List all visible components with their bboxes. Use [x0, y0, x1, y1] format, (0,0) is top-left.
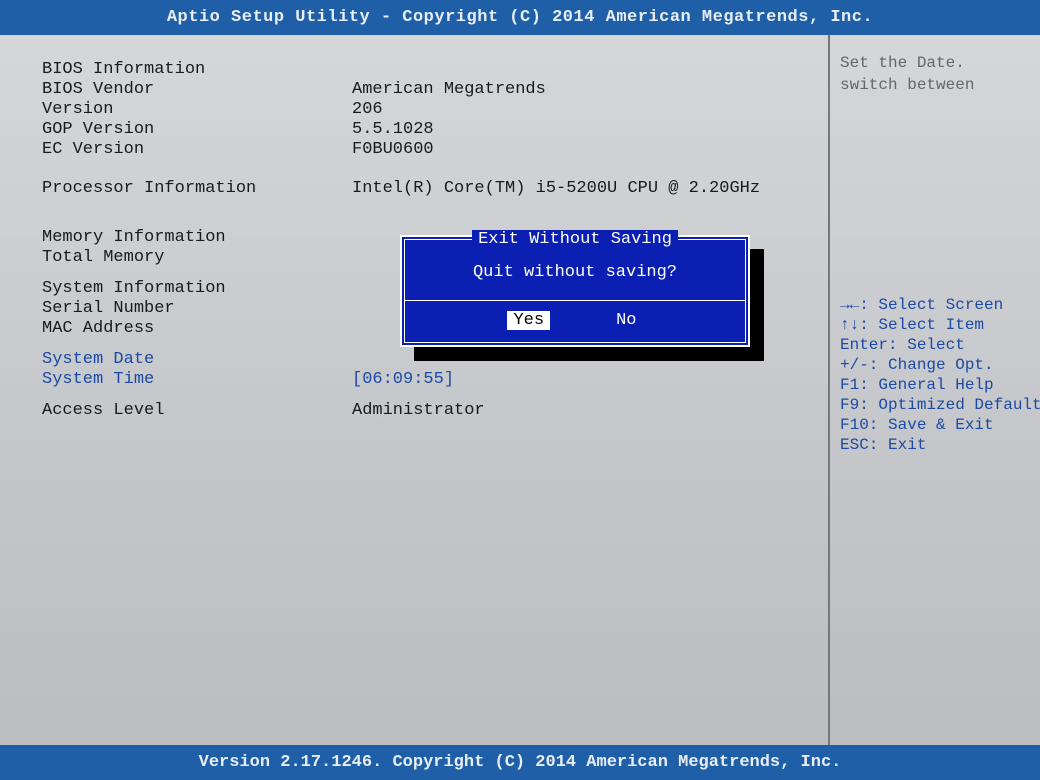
- title-bar: Aptio Setup Utility - Copyright (C) 2014…: [0, 0, 1040, 35]
- dialog-title: Exit Without Saving: [472, 230, 678, 249]
- bios-vendor-label: BIOS Vendor: [42, 80, 352, 99]
- gop-version-value: 5.5.1028: [352, 120, 810, 139]
- help-desc-line1: Set the Date.: [840, 53, 1030, 75]
- help-f1: F1: General Help: [840, 376, 1030, 394]
- footer-bar: Version 2.17.1246. Copyright (C) 2014 Am…: [0, 745, 1040, 780]
- dialog-message: Quit without saving?: [473, 263, 677, 282]
- access-level-value: Administrator: [352, 401, 810, 420]
- no-button[interactable]: No: [610, 311, 642, 330]
- title-text: Aptio Setup Utility - Copyright (C) 2014…: [167, 8, 873, 27]
- bios-screen: Aptio Setup Utility - Copyright (C) 2014…: [0, 0, 1040, 780]
- system-time-label[interactable]: System Time: [42, 370, 352, 389]
- version-value: 206: [352, 100, 810, 119]
- serial-number-label: Serial Number: [42, 299, 352, 318]
- ec-version-label: EC Version: [42, 140, 352, 159]
- help-panel: Set the Date. switch between →←: Select …: [830, 35, 1040, 745]
- total-memory-label: Total Memory: [42, 248, 352, 267]
- processor-info-value: Intel(R) Core(TM) i5-5200U CPU @ 2.20GHz: [352, 179, 810, 198]
- help-f10: F10: Save & Exit: [840, 416, 1030, 434]
- main-area: BIOS Information BIOS Vendor American Me…: [0, 35, 1040, 745]
- yes-button[interactable]: Yes: [507, 311, 550, 330]
- help-enter: Enter: Select: [840, 336, 1030, 354]
- system-date-label[interactable]: System Date: [42, 350, 352, 369]
- help-desc-line2: switch between: [840, 75, 1030, 97]
- help-select-item: ↑↓: Select Item: [840, 316, 1030, 334]
- access-level-label: Access Level: [42, 401, 352, 420]
- help-select-screen: →←: Select Screen: [840, 296, 1030, 314]
- footer-text: Version 2.17.1246. Copyright (C) 2014 Am…: [199, 753, 842, 772]
- memory-info-label: Memory Information: [42, 228, 352, 247]
- ec-version-value: F0BU0600: [352, 140, 810, 159]
- bios-info-heading: BIOS Information: [42, 60, 352, 79]
- exit-without-saving-dialog: Exit Without Saving Quit without saving?…: [400, 235, 750, 347]
- help-change-opt: +/-: Change Opt.: [840, 356, 1030, 374]
- gop-version-label: GOP Version: [42, 120, 352, 139]
- bios-vendor-value: American Megatrends: [352, 80, 810, 99]
- system-time-value[interactable]: [06:09:55]: [352, 370, 810, 389]
- left-panel: BIOS Information BIOS Vendor American Me…: [0, 35, 830, 745]
- mac-address-label: MAC Address: [42, 319, 352, 338]
- processor-info-label: Processor Information: [42, 179, 352, 198]
- help-f9: F9: Optimized Defaults: [840, 396, 1030, 414]
- help-esc: ESC: Exit: [840, 436, 1030, 454]
- system-info-label: System Information: [42, 279, 352, 298]
- version-label: Version: [42, 100, 352, 119]
